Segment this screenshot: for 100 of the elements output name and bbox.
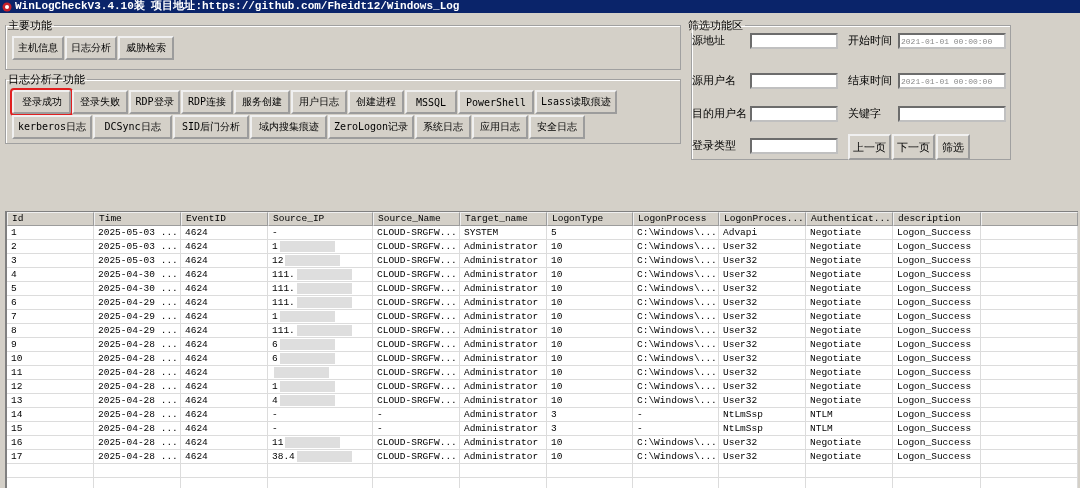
column-header[interactable]: EventID (181, 212, 268, 226)
function-button[interactable]: 系统日志 (415, 115, 471, 139)
table-cell: 10 (551, 283, 563, 294)
input-field[interactable] (750, 73, 838, 89)
column-header[interactable]: LogonProcess (633, 212, 719, 226)
input-field[interactable] (898, 106, 1006, 122)
page-button[interactable]: 筛选 (936, 134, 970, 160)
table-cell: 17 (11, 451, 23, 462)
function-button[interactable]: 创建进程 (348, 90, 404, 114)
function-button[interactable]: 登录成功 (12, 90, 71, 114)
column-header[interactable]: Authenticat... (806, 212, 893, 226)
table-cell: 4624 (185, 297, 208, 308)
column-header[interactable]: LogonProces... (719, 212, 806, 226)
function-button[interactable]: RDP登录 (129, 90, 180, 114)
table-cell: C:\Windows\... (637, 283, 717, 294)
table-cell: NtLmSsp (723, 423, 763, 434)
table-cell: 14 (11, 409, 23, 420)
input-field[interactable]: 2021-01-01 00:00:00 (898, 33, 1006, 49)
table-cell: 10 (551, 297, 563, 308)
table-cell: CLOUD-SRGFW... (377, 367, 457, 378)
table-cell: Negotiate (810, 381, 862, 392)
function-button[interactable]: PowerShell (458, 90, 534, 114)
table-cell: 4624 (185, 353, 208, 364)
function-button[interactable]: 服务创建 (234, 90, 290, 114)
table-cell: C:\Windows\... (637, 437, 717, 448)
page-button[interactable]: 上一页 (848, 134, 891, 160)
function-button[interactable]: Lsass读取痕迹 (535, 90, 617, 114)
column-header[interactable]: Time (94, 212, 181, 226)
table-cell: - (637, 423, 643, 434)
table-cell: Administrator (464, 395, 539, 406)
table-cell: Advapi (723, 227, 758, 238)
table-cell: User32 (723, 283, 758, 294)
group-title: 主要功能 (7, 18, 53, 33)
column-header[interactable]: Source_IP (268, 212, 373, 226)
table-cell: C:\Windows\... (637, 339, 717, 350)
table-cell: User32 (723, 241, 758, 252)
table-cell: 4624 (185, 367, 208, 378)
table-cell: CLOUD-SRGFW... (377, 241, 457, 252)
field-label: 结束时间 (848, 73, 892, 89)
column-header[interactable]: description (893, 212, 981, 226)
function-button[interactable]: 安全日志 (529, 115, 585, 139)
table-cell: Administrator (464, 325, 539, 336)
table-cell: Negotiate (810, 437, 862, 448)
function-button[interactable]: DCSync日志 (93, 115, 172, 139)
table-cell: Negotiate (810, 311, 862, 322)
input-field[interactable] (750, 33, 838, 49)
table-cell: 4624 (185, 437, 208, 448)
table-cell: NTLM (810, 409, 833, 420)
function-button[interactable]: ZeroLogon记录 (328, 115, 414, 139)
table-cell: Negotiate (810, 395, 862, 406)
table-cell: 4624 (185, 325, 208, 336)
table-cell: Logon_Success (897, 255, 972, 266)
function-button[interactable]: 应用日志 (472, 115, 528, 139)
table-cell: CLOUD-SRGFW... (377, 227, 457, 238)
function-button[interactable]: 日志分析 (65, 36, 117, 60)
table-cell: 10 (551, 339, 563, 350)
table-cell: 11 (272, 437, 284, 448)
table-cell: 9 (11, 339, 17, 350)
function-button[interactable]: 登录失败 (72, 90, 128, 114)
input-field[interactable]: 2021-01-01 00:00:00 (898, 73, 1006, 89)
input-field[interactable] (750, 106, 838, 122)
table-cell: C:\Windows\... (637, 227, 717, 238)
function-button[interactable]: 主机信息 (12, 36, 64, 60)
function-button[interactable]: MSSQL (405, 90, 457, 114)
table-cell: User32 (723, 325, 758, 336)
table-cell: 2025-04-28 ... (98, 437, 178, 448)
column-header[interactable]: LogonType (547, 212, 633, 226)
input-field[interactable] (750, 138, 838, 154)
table-cell: 10 (551, 325, 563, 336)
table-cell: CLOUD-SRGFW... (377, 283, 457, 294)
table-cell: Administrator (464, 353, 539, 364)
column-header[interactable]: Source_Name (373, 212, 460, 226)
table-cell: 4624 (185, 255, 208, 266)
table-cell: 2025-04-30 ... (98, 283, 178, 294)
table-cell: Negotiate (810, 339, 862, 350)
table-cell: User32 (723, 367, 758, 378)
page-button[interactable]: 下一页 (892, 134, 935, 160)
column-header[interactable]: Target_name (460, 212, 547, 226)
table-cell: Logon_Success (897, 451, 972, 462)
field-label: 登录类型 (692, 138, 737, 154)
table-cell: 4624 (185, 283, 208, 294)
table-cell: 2025-05-03 ... (98, 241, 178, 252)
function-button[interactable]: RDP连接 (181, 90, 233, 114)
function-button[interactable]: 域内搜集痕迹 (250, 115, 327, 139)
field-label: 关键字 (848, 106, 882, 122)
table-cell: NTLM (810, 423, 833, 434)
table-cell: 10 (551, 353, 563, 364)
table-cell: 2025-04-28 ... (98, 339, 178, 350)
function-button[interactable]: 用户日志 (291, 90, 347, 114)
table-cell: 2025-04-28 ... (98, 353, 178, 364)
table-cell: - (377, 409, 383, 420)
table-cell: C:\Windows\... (637, 311, 717, 322)
function-button[interactable]: SID后门分析 (173, 115, 249, 139)
function-button[interactable]: 威胁检索 (118, 36, 174, 60)
table-cell: User32 (723, 339, 758, 350)
table-cell: C:\Windows\... (637, 395, 717, 406)
function-button[interactable]: kerberos日志 (12, 115, 92, 139)
table-cell: Negotiate (810, 451, 862, 462)
table-cell: Negotiate (810, 283, 862, 294)
column-header[interactable]: Id (7, 212, 94, 226)
